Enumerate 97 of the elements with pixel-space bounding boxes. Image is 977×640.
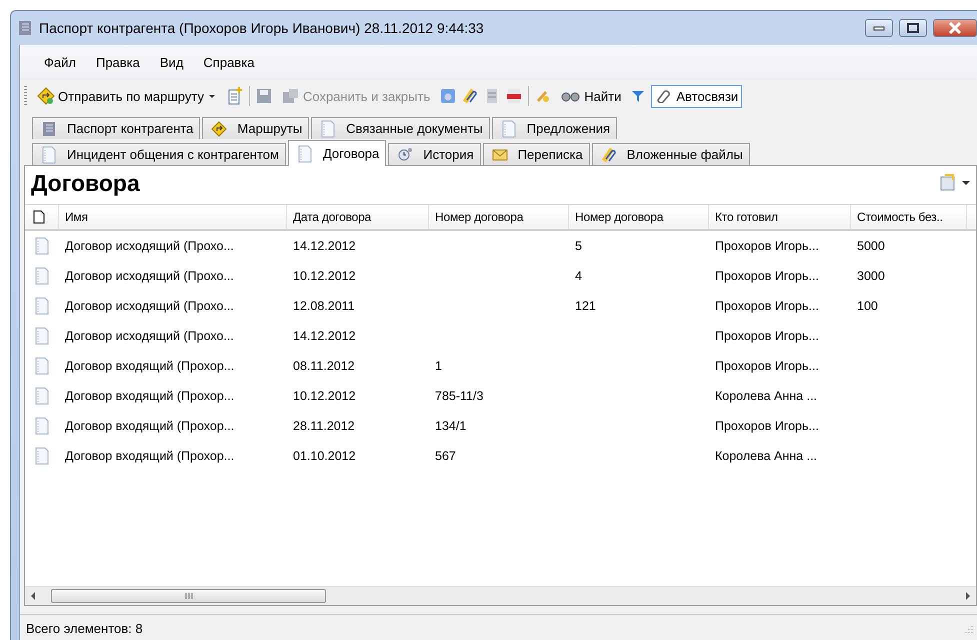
tab[interactable]: Инцидент общения с контрагентом bbox=[32, 143, 286, 165]
column-header[interactable]: Кто готовил bbox=[709, 205, 851, 229]
table-cell: Королева Анна ... bbox=[715, 389, 818, 403]
table-cell: 28.11.2012 bbox=[293, 419, 355, 433]
scroll-right-icon[interactable] bbox=[965, 592, 971, 600]
table-cell: Договор исходящий (Прохо... bbox=[65, 329, 234, 343]
settings-window-icon[interactable] bbox=[440, 88, 456, 104]
menu-item[interactable]: Файл bbox=[36, 52, 84, 72]
table-cell: Прохоров Игорь... bbox=[715, 329, 819, 343]
paperclip-icon[interactable] bbox=[462, 88, 478, 104]
table-cell: 5 bbox=[575, 239, 582, 253]
minimize-button[interactable] bbox=[865, 19, 893, 37]
status-text: Всего элементов: 8 bbox=[26, 620, 143, 636]
table-cell: 121 bbox=[575, 299, 596, 313]
table-cell: 5000 bbox=[857, 239, 885, 253]
table-cell: 12.08.2011 bbox=[293, 299, 355, 313]
tab[interactable]: Предложения bbox=[492, 117, 618, 139]
table-cell: 1 bbox=[435, 359, 442, 373]
new-document-icon[interactable] bbox=[226, 87, 243, 105]
menu-item[interactable]: Справка bbox=[195, 52, 262, 72]
table-cell: Прохоров Игорь... bbox=[715, 239, 819, 253]
envelope-icon bbox=[492, 146, 508, 162]
close-button[interactable] bbox=[933, 19, 977, 37]
table-cell: Договор входящий (Прохор... bbox=[65, 419, 234, 433]
column-header[interactable]: Имя bbox=[59, 205, 287, 229]
find-button[interactable]: Найти bbox=[557, 84, 626, 108]
route-sign-icon bbox=[211, 120, 228, 136]
ledger-icon bbox=[41, 120, 57, 136]
table-cell: Прохоров Игорь... bbox=[715, 359, 819, 373]
binoculars-icon bbox=[561, 90, 582, 102]
menu-item[interactable]: Правка bbox=[88, 52, 148, 72]
caret-icon bbox=[962, 179, 970, 187]
route-sign-icon bbox=[37, 87, 55, 105]
autolinks-button[interactable]: Автосвязи bbox=[651, 84, 742, 108]
table-cell: Договор входящий (Прохор... bbox=[65, 389, 234, 403]
scrollbar-thumb[interactable] bbox=[51, 589, 326, 603]
table-cell: Королева Анна ... bbox=[715, 449, 818, 463]
app-icon bbox=[17, 20, 33, 36]
document-icon bbox=[34, 297, 50, 315]
minimize-icon bbox=[873, 25, 885, 31]
table-cell: Договор входящий (Прохор... bbox=[65, 359, 234, 373]
document-header-icon bbox=[33, 210, 45, 224]
paperclip-icon bbox=[600, 146, 617, 162]
table-cell: Договор исходящий (Прохо... bbox=[65, 239, 234, 253]
table-cell: 01.10.2012 bbox=[293, 449, 356, 463]
document-icon bbox=[34, 387, 50, 405]
route-button[interactable]: Отправить по маршруту bbox=[33, 83, 221, 109]
tab[interactable]: Паспорт контрагента bbox=[32, 117, 200, 139]
document-icon bbox=[34, 357, 50, 375]
table-cell: Договор исходящий (Прохо... bbox=[65, 299, 234, 313]
scroll-left-icon[interactable] bbox=[30, 592, 36, 600]
document-icon bbox=[34, 327, 50, 345]
table-cell: 785-11/3 bbox=[435, 389, 484, 403]
table-cell: Прохоров Игорь... bbox=[715, 419, 819, 433]
column-header[interactable]: Дата договора bbox=[287, 205, 429, 229]
tab[interactable]: Переписка bbox=[482, 143, 590, 165]
column-header[interactable]: Номер договора bbox=[429, 205, 569, 229]
grip-icon bbox=[184, 593, 192, 599]
table-cell: 08.11.2012 bbox=[293, 359, 355, 373]
document-icon bbox=[34, 417, 50, 435]
menu-item[interactable]: Вид bbox=[152, 52, 192, 72]
view-options-button[interactable] bbox=[939, 174, 970, 192]
table-cell: 10.12.2012 bbox=[293, 389, 356, 403]
table-cell: 14.12.2012 bbox=[293, 329, 356, 343]
pdf-icon[interactable] bbox=[506, 88, 522, 104]
column-header[interactable]: Стоимость без.. bbox=[851, 205, 967, 229]
save-close-icon bbox=[282, 88, 300, 104]
table-cell: 567 bbox=[435, 449, 456, 463]
table-cell: 10.12.2012 bbox=[293, 269, 356, 283]
tab[interactable]: Вложенные файлы bbox=[592, 143, 750, 165]
table-cell: 134/1 bbox=[435, 419, 466, 433]
tab[interactable]: Маршруты bbox=[202, 117, 310, 139]
close-icon bbox=[948, 22, 962, 34]
table-cell: Договор входящий (Прохор... bbox=[65, 449, 234, 463]
tab[interactable]: История bbox=[388, 143, 481, 165]
document-icon bbox=[34, 237, 50, 255]
table-cell: Договор исходящий (Прохо... bbox=[65, 269, 234, 283]
table-cell: 14.12.2012 bbox=[293, 239, 356, 253]
document-icon bbox=[320, 120, 336, 138]
column-header[interactable]: Номер договора bbox=[569, 205, 709, 229]
tab[interactable]: Связанные документы bbox=[311, 117, 490, 139]
document-icon bbox=[296, 144, 313, 162]
window-title: Паспорт контрагента (Прохоров Игорь Иванович) 28.11.2012 9:44:33 bbox=[39, 20, 485, 36]
document-icon bbox=[34, 447, 50, 465]
table-cell: Прохоров Игорь... bbox=[715, 269, 819, 283]
maximize-icon bbox=[907, 23, 919, 33]
resize-grip-icon[interactable] bbox=[963, 623, 973, 633]
table-cell: 100 bbox=[857, 299, 878, 313]
table-cell: 4 bbox=[575, 269, 582, 283]
filter-icon[interactable] bbox=[631, 89, 646, 103]
tab[interactable]: Договора bbox=[288, 140, 386, 166]
maximize-button[interactable] bbox=[899, 19, 927, 37]
document-icon bbox=[34, 267, 50, 285]
document-icon bbox=[500, 120, 517, 138]
section-heading: Договора bbox=[31, 170, 140, 196]
table-cell: 3000 bbox=[857, 269, 885, 283]
table-cell: Прохоров Игорь... bbox=[715, 299, 819, 313]
